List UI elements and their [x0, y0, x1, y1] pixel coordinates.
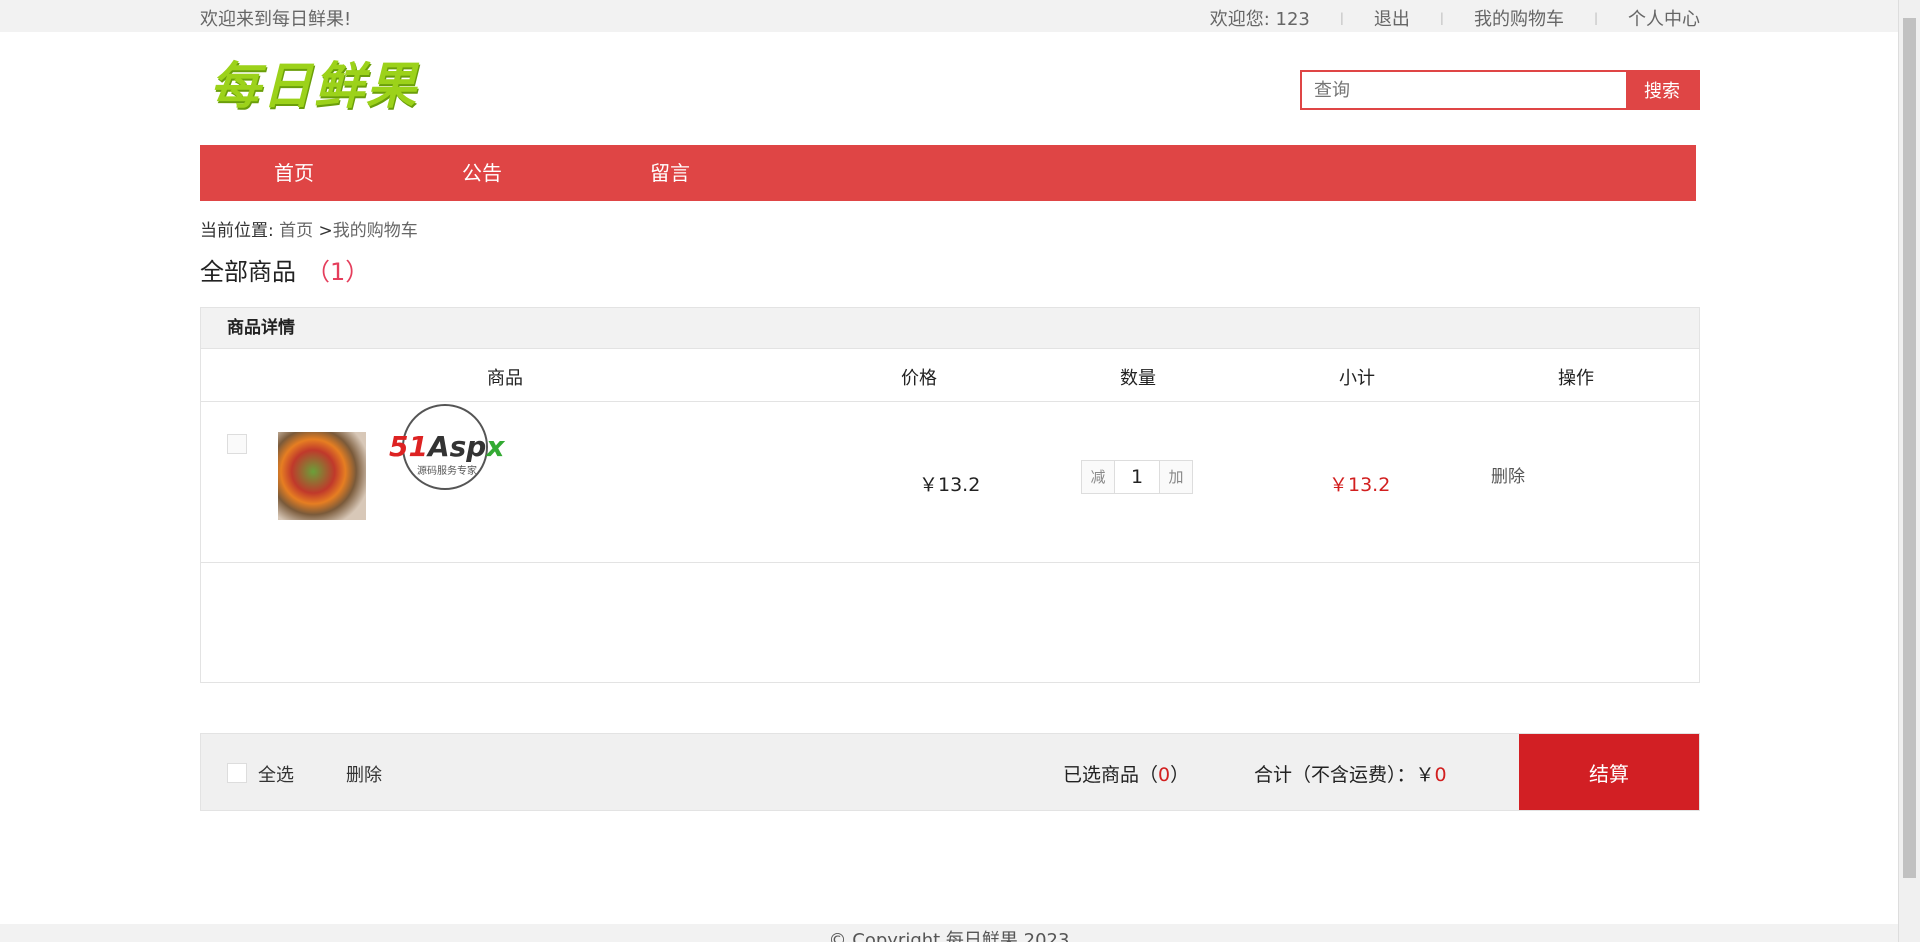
nav-item-notices[interactable]: 公告	[388, 145, 576, 201]
search-button[interactable]: 搜索	[1626, 72, 1698, 108]
item-subtotal: ￥13.2	[1329, 474, 1391, 496]
breadcrumb-home[interactable]: 首页	[279, 221, 313, 241]
column-subtotal: 小计	[1339, 368, 1375, 389]
breadcrumb-current: 我的购物车	[332, 221, 418, 241]
quantity-input[interactable]: 1	[1114, 461, 1160, 493]
select-all-label[interactable]: 全选	[258, 761, 294, 787]
breadcrumb-prefix: 当前位置:	[200, 221, 274, 241]
divider: |	[1339, 11, 1344, 25]
profile-link[interactable]: 个人中心	[1628, 5, 1700, 31]
scrollbar[interactable]	[1898, 0, 1920, 942]
copyright: © Copyright 每日鲜果 2023	[0, 924, 1898, 942]
nav-item-home[interactable]: 首页	[200, 145, 388, 201]
cart-row: 51Aspx 源码服务专家 ￥13.2 减 1 加 ￥13.2 删除	[201, 402, 1699, 563]
cart-section-title: 商品详情	[201, 308, 1699, 349]
top-bar: 欢迎来到每日鲜果! 欢迎您: 123 | 退出 | 我的购物车 | 个人中心	[0, 0, 1898, 32]
column-headers: 商品 价格 数量 小计 操作	[201, 349, 1699, 402]
column-product: 商品	[487, 368, 523, 389]
select-all-checkbox[interactable]	[227, 763, 247, 783]
top-links: 欢迎您: 123 | 退出 | 我的购物车 | 个人中心	[1210, 5, 1700, 31]
divider: |	[1439, 11, 1444, 25]
decrease-button[interactable]: 减	[1082, 461, 1114, 493]
cart-table: 商品详情 商品 价格 数量 小计 操作 51Aspx 源码服务专家 ￥13.2 …	[200, 307, 1700, 683]
cart-link[interactable]: 我的购物车	[1474, 5, 1564, 31]
breadcrumb-separator: >	[318, 221, 333, 241]
delete-item-link[interactable]: 删除	[1491, 462, 1525, 487]
breadcrumb: 当前位置: 首页 >我的购物车	[200, 216, 418, 241]
selected-count: 已选商品（0）	[1063, 764, 1190, 786]
item-price: ￥13.2	[919, 474, 981, 496]
welcome-text: 欢迎来到每日鲜果!	[200, 9, 352, 30]
nav-item-messages[interactable]: 留言	[576, 145, 764, 201]
increase-button[interactable]: 加	[1160, 461, 1192, 493]
watermark-logo: 51Aspx 源码服务专家	[387, 402, 507, 492]
column-action: 操作	[1558, 368, 1594, 389]
page-title-label: 全部商品	[200, 258, 296, 286]
quantity-stepper: 减 1 加	[1081, 460, 1193, 494]
search-input[interactable]	[1302, 72, 1626, 108]
checkout-bar: 全选 删除 已选商品（0） 合计（不含运费）：￥0 结算	[200, 733, 1700, 811]
user-greeting: 欢迎您: 123	[1209, 9, 1310, 30]
site-logo[interactable]: 每日鲜果	[210, 46, 418, 118]
search-box: 搜索	[1300, 70, 1700, 110]
checkout-button[interactable]: 结算	[1519, 734, 1699, 810]
item-count: （1）	[306, 258, 370, 286]
product-image[interactable]	[278, 432, 366, 520]
delete-selected-link[interactable]: 删除	[346, 761, 382, 787]
column-price: 价格	[901, 368, 937, 389]
column-quantity: 数量	[1120, 368, 1156, 389]
item-checkbox[interactable]	[227, 434, 247, 454]
total-amount: 合计（不含运费）：￥0	[1254, 764, 1447, 786]
main-nav: 首页 公告 留言	[200, 145, 1696, 201]
scrollbar-thumb[interactable]	[1903, 18, 1916, 878]
logout-link[interactable]: 退出	[1374, 5, 1410, 31]
page-title: 全部商品 （1）	[200, 252, 369, 287]
watermark-brand: 51Aspx	[389, 430, 505, 463]
watermark-tagline: 源码服务专家	[417, 466, 477, 477]
divider: |	[1593, 11, 1598, 25]
